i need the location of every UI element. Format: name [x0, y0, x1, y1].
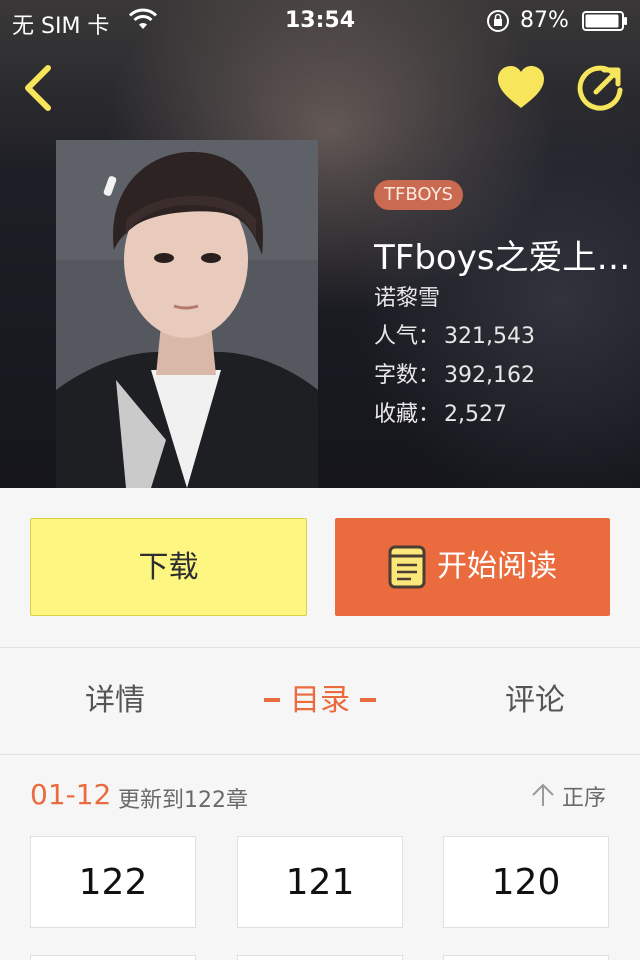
- tab-active-indicator-left: [264, 697, 280, 702]
- popularity-stat: 人气： 321,543: [374, 318, 535, 350]
- share-button[interactable]: [574, 60, 628, 114]
- category-tag[interactable]: TFBOYS: [374, 180, 463, 210]
- download-button[interactable]: 下载: [30, 518, 307, 616]
- tab-active-indicator-right: [360, 697, 376, 702]
- book-cover[interactable]: [56, 140, 318, 488]
- favorite-heart-button[interactable]: [494, 62, 548, 112]
- orientation-lock-icon: [487, 10, 509, 32]
- favorites-value: 2,527: [444, 402, 507, 427]
- status-bar: 无 SIM 卡 13:54 87%: [0, 0, 640, 40]
- tab-toc-label: 目录: [290, 683, 350, 718]
- back-button[interactable]: [18, 62, 58, 114]
- action-bar: 下载 开始阅读: [0, 488, 640, 648]
- book-author[interactable]: 诺黎雪: [374, 280, 440, 312]
- start-reading-button[interactable]: 开始阅读: [335, 518, 610, 616]
- start-reading-label: 开始阅读: [437, 549, 557, 584]
- arrow-up-icon: [532, 783, 554, 806]
- chapter-item[interactable]: 120: [443, 836, 609, 928]
- popularity-label: 人气：: [374, 324, 441, 349]
- book-icon: [388, 545, 426, 589]
- favorites-label: 收藏：: [374, 402, 441, 427]
- update-status: 更新到122章: [118, 788, 248, 813]
- book-title: TFboys之爱上…: [374, 238, 631, 278]
- tab-toc[interactable]: 目录: [240, 648, 400, 754]
- word-count-stat: 字数： 392,162: [374, 357, 535, 389]
- tab-bar: 详情 目录 评论: [0, 647, 640, 755]
- sort-order-label: 正序: [562, 786, 607, 811]
- battery-percent: 87%: [520, 8, 569, 33]
- popularity-value: 321,543: [444, 324, 535, 349]
- chapter-item[interactable]: 122: [30, 836, 196, 928]
- cover-portrait: [56, 140, 318, 488]
- chapter-range-selector[interactable]: 01-12: [30, 778, 111, 811]
- word-count-label: 字数：: [374, 363, 441, 388]
- word-count-value: 392,162: [444, 363, 535, 388]
- favorites-stat: 收藏： 2,527: [374, 396, 507, 428]
- book-header: 无 SIM 卡 13:54 87% TFBOYS TFboys之爱上… 诺黎雪 …: [0, 0, 640, 488]
- chapter-item-partial[interactable]: [443, 955, 609, 960]
- chapter-item-partial[interactable]: [237, 955, 403, 960]
- tab-details[interactable]: 详情: [40, 648, 190, 754]
- chapter-item[interactable]: 121: [237, 836, 403, 928]
- battery-icon: [582, 11, 627, 31]
- chapter-item-partial[interactable]: [30, 955, 196, 960]
- tab-comments[interactable]: 评论: [460, 648, 610, 754]
